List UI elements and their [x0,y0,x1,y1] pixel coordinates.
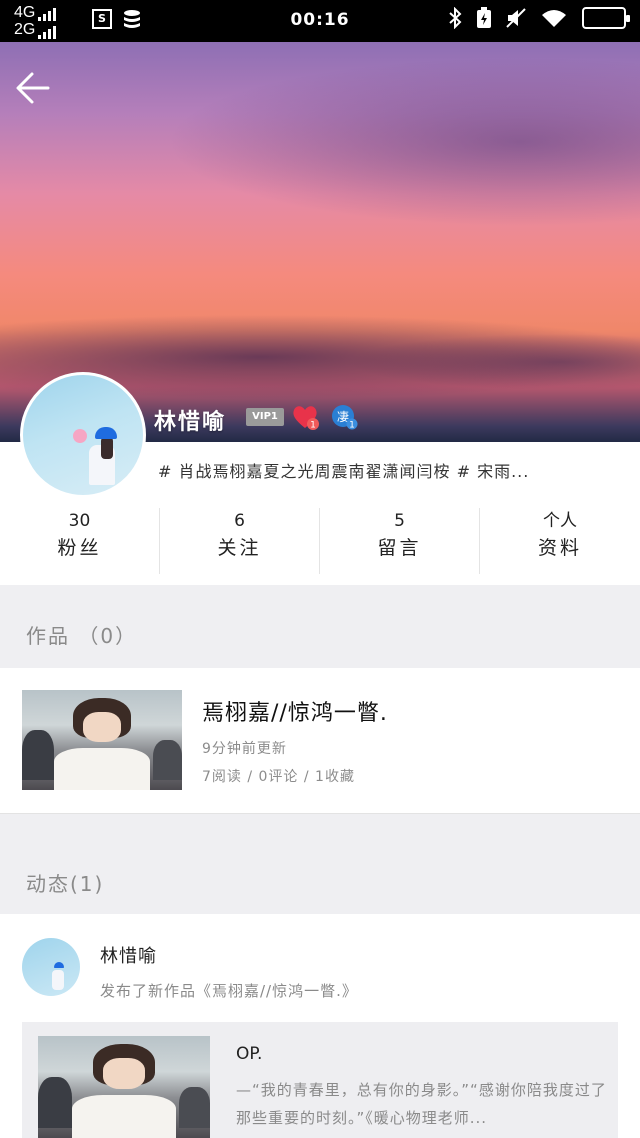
status-bar: 4G 2G S 00:16 [0,0,640,42]
stat-value: 个人 [543,511,577,531]
heart-badge-icon: 1 [293,406,319,431]
bluetooth-icon [449,7,462,29]
mute-icon [506,8,526,28]
works-section-title: 作品 （0） [26,624,138,648]
wifi-icon [542,10,566,27]
activity-section-title: 动态(1) [26,872,105,896]
activity-description: 发布了新作品《焉栩嘉//惊鸿一瞥.》 [100,982,358,1000]
battery-saver-icon [477,7,491,28]
stats-bar: 30 粉丝 6 关注 5 留言 个人 资料 [0,508,640,574]
work-updated-time: 9分钟前更新 [202,741,287,757]
stat-fans[interactable]: 30 粉丝 [0,508,160,574]
back-arrow-icon[interactable] [14,68,54,108]
work-stats: 7阅读 / 0评论 / 1收藏 [202,769,355,785]
stat-label: 粉丝 [57,537,102,559]
vip-badge: VIP1 [246,408,284,426]
stat-value: 5 [394,511,405,531]
avatar[interactable] [20,372,146,498]
stat-profile-info[interactable]: 个人 资料 [480,508,640,574]
interest-tags[interactable]: # 肖战焉栩嘉夏之光周震南翟潇闻闫桉 # 宋雨... [158,458,618,482]
star-badge-count: 1 [349,421,355,431]
stat-label: 关注 [217,537,262,559]
activity-avatar[interactable] [22,938,80,996]
activity-work-title: OP. [236,1044,263,1064]
activity-username[interactable]: 林惜喻 [100,942,157,968]
battery-icon [582,7,630,29]
stat-label: 资料 [537,537,582,559]
work-title[interactable]: 焉栩嘉//惊鸿一瞥. [202,695,388,727]
stat-label: 留言 [377,537,422,559]
stat-value: 6 [234,511,245,531]
stat-following[interactable]: 6 关注 [160,508,320,574]
username: 林惜喻 [154,410,227,435]
stat-messages[interactable]: 5 留言 [320,508,480,574]
star-badge-icon: 凄 1 [332,405,358,431]
heart-badge-count: 1 [310,421,316,431]
activity-work-cover[interactable] [38,1036,210,1138]
stat-value: 30 [68,511,91,531]
work-cover-image[interactable] [22,690,182,790]
activity-work-excerpt: —“我的青春里，总有你的身影。”“感谢你陪我度过了那些重要的时刻。”《暖心物理老… [236,1081,607,1127]
